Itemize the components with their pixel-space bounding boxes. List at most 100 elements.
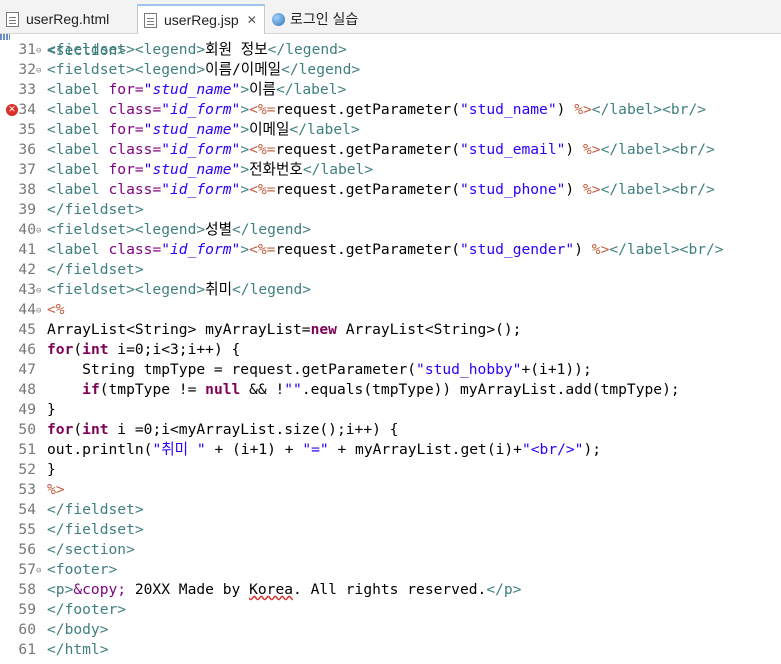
code-token: <label (47, 121, 109, 138)
code-token: "stud_name" (459, 101, 557, 118)
code-token: </fieldset> (47, 201, 144, 218)
code-token: <label (47, 161, 109, 178)
code-line[interactable]: 55 </fieldset> (0, 520, 781, 540)
code-token: "stud_email" (459, 141, 566, 158)
code-line[interactable]: 31 ⊖ <fieldset><legend>회원 정보</legend> (0, 40, 781, 60)
code-line[interactable]: 35 <label for="stud_name">이메일</label> (0, 120, 781, 140)
code-line[interactable]: 59 </footer> (0, 600, 781, 620)
code-token: > (240, 141, 250, 158)
code-token: "id_form" (161, 181, 241, 198)
code-text: %> (47, 480, 65, 500)
code-token: i =0;i<myArrayList.size();i++) { (108, 421, 399, 438)
code-line[interactable]: 54 </fieldset> (0, 500, 781, 520)
fold-toggle-icon[interactable]: ⊖ (36, 61, 46, 81)
code-line[interactable]: 51 out.println("취미 " + (i+1) + "=" + myAr… (0, 440, 781, 460)
fold-toggle-icon[interactable]: ⊖ (36, 41, 46, 61)
code-token: <% (47, 301, 65, 318)
code-token: </section> (47, 541, 135, 558)
code-token: 전화번호 (249, 161, 303, 178)
code-line[interactable]: 32 ⊖ <fieldset><legend>이름/이메일</legend> (0, 60, 781, 80)
line-number: 59 (18, 601, 36, 618)
line-number: 49 (18, 401, 36, 418)
code-line[interactable]: 58 <p>&copy; 20XX Made by Korea. All righ… (0, 580, 781, 600)
tab-label: userReg.jsp (164, 12, 239, 28)
close-icon[interactable]: ✕ (247, 13, 257, 27)
code-line[interactable]: ✕ 34 <label class="id_form"><%=request.get… (0, 100, 781, 120)
code-token: > (240, 241, 250, 258)
code-editor[interactable]: <section> 31 ⊖ <fieldset><legend>회원 정보</le… (0, 34, 781, 664)
code-token: int (82, 341, 109, 358)
code-line[interactable]: 42 </fieldset> (0, 260, 781, 280)
code-token: <fieldset><legend> (47, 221, 206, 238)
tab-login-practice[interactable]: 로그인 실습 (266, 4, 396, 34)
code-token: <fieldset><legend> (47, 61, 206, 78)
code-line[interactable]: 49} (0, 400, 781, 420)
tab-userreg-jsp[interactable]: userReg.jsp ✕ (137, 4, 265, 34)
code-line[interactable]: 50 for(int i =0;i<myArrayList.size();i++)… (0, 420, 781, 440)
line-number: 51 (18, 441, 36, 458)
code-line[interactable]: 47 String tmpType = request.getParameter… (0, 360, 781, 380)
code-line[interactable]: 52} (0, 460, 781, 480)
html-file-icon (6, 11, 19, 27)
code-line[interactable]: 41 <label class="id_form"><%=request.getP… (0, 240, 781, 260)
code-line[interactable]: 38 <label class="id_form"><%=request.getP… (0, 180, 781, 200)
code-text: <fieldset><legend>성별</legend> (47, 220, 311, 240)
code-token: request.getParameter( (275, 101, 460, 118)
fold-toggle-icon[interactable]: ⊖ (36, 221, 46, 241)
code-token: request.getParameter( (275, 241, 460, 258)
code-text: </body> (47, 620, 109, 640)
code-token: Korea (249, 581, 294, 598)
code-token: for (47, 341, 74, 358)
code-line[interactable]: 60 </body> (0, 620, 781, 640)
code-token: <%= (249, 141, 276, 158)
code-token: <%= (249, 181, 276, 198)
code-token: > (240, 101, 250, 118)
code-token: %> (574, 101, 592, 118)
line-number: 56 (18, 541, 36, 558)
line-number: 43 (18, 281, 36, 298)
code-token: %> (591, 241, 610, 258)
code-text: </fieldset> (47, 260, 144, 280)
code-text: <label for="stud_name">이름</label> (47, 80, 346, 100)
code-text: </fieldset> (47, 500, 144, 520)
code-line[interactable]: 39 </fieldset> (0, 200, 781, 220)
code-token: "=" (302, 441, 329, 458)
code-line[interactable]: 48 if(tmpType != null && !"".equals(tmpT… (0, 380, 781, 400)
code-line[interactable]: 61 </html> (0, 640, 781, 660)
code-line[interactable]: 43 ⊖ <fieldset><legend>취미</legend> (0, 280, 781, 300)
code-token: </legend> (232, 221, 312, 238)
code-line[interactable]: 40 ⊖ <fieldset><legend>성별</legend> (0, 220, 781, 240)
code-text: <label class="id_form"><%=request.getPar… (47, 100, 706, 120)
code-token: %> (583, 141, 601, 158)
code-token: <label (47, 101, 109, 118)
fold-toggle-icon[interactable]: ⊖ (36, 561, 46, 581)
code-line[interactable]: 44 ⊖ <% (0, 300, 781, 320)
code-text: <label for="stud_name">전화번호</label> (47, 160, 373, 180)
code-token: "stud_name" (143, 81, 241, 98)
code-line[interactable]: 53 %> (0, 480, 781, 500)
code-text: } (47, 460, 56, 480)
code-token: i=0;i<3;i++) { (108, 341, 241, 358)
code-token: > (240, 121, 250, 138)
code-line[interactable]: 45 ArrayList<String> myArrayList=new Arra… (0, 320, 781, 340)
code-token: </legend> (281, 61, 361, 78)
code-token: 성별 (205, 221, 233, 238)
code-line[interactable]: 37 <label for="stud_name">전화번호</label> (0, 160, 781, 180)
code-line[interactable]: 57 ⊖ <footer> (0, 560, 781, 580)
code-token: for= (108, 121, 144, 138)
code-text: for(int i=0;i<3;i++) { (47, 340, 240, 360)
code-line[interactable]: 56 </section> (0, 540, 781, 560)
code-token: request.getParameter( (275, 181, 460, 198)
code-token: <p> (47, 581, 74, 598)
fold-toggle-icon[interactable]: ⊖ (36, 281, 46, 301)
code-line[interactable]: 36 <label class="id_form"><%=request.getP… (0, 140, 781, 160)
code-token: </label><br/> (609, 241, 724, 258)
code-token: ) (556, 101, 575, 118)
code-line[interactable]: 46 for(int i=0;i<3;i++) { (0, 340, 781, 360)
code-token: for= (108, 161, 144, 178)
fold-toggle-icon[interactable]: ⊖ (36, 301, 46, 321)
code-token: for (47, 421, 74, 438)
code-line[interactable]: 33 <label for="stud_name">이름</label> (0, 80, 781, 100)
tab-userreg-html[interactable]: userReg.html (0, 4, 136, 34)
code-token: out.println( (47, 441, 153, 458)
